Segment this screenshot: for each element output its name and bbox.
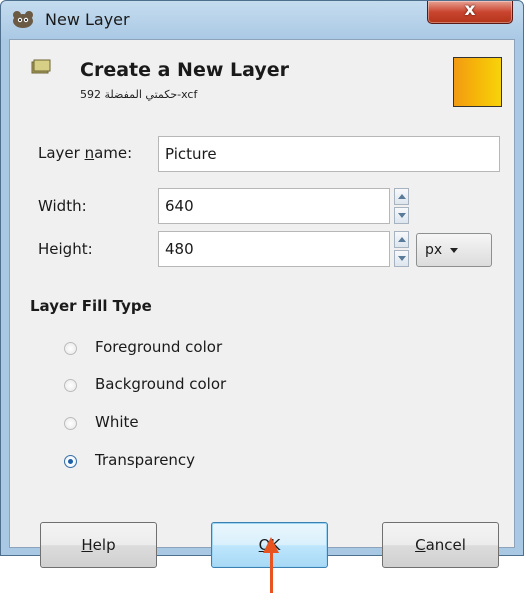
chevron-down-icon xyxy=(450,248,458,253)
width-input[interactable]: 640 xyxy=(158,188,390,224)
layer-name-label: Layer name: xyxy=(38,144,133,162)
color-preview-swatch xyxy=(453,57,502,107)
radio-label: Foreground color xyxy=(95,338,223,356)
layer-name-input[interactable]: Picture xyxy=(158,136,500,172)
radio-icon[interactable] xyxy=(64,379,77,392)
fill-type-heading: Layer Fill Type xyxy=(30,297,152,315)
width-label: Width: xyxy=(38,197,87,215)
radio-label: Background color xyxy=(95,375,227,393)
title-bar[interactable]: New Layer x xyxy=(1,0,523,39)
spin-down-icon[interactable] xyxy=(394,250,409,267)
dialog-content: Create a New Layer حكمتي المفضلة 592-xcf xyxy=(9,39,515,548)
dialog-window: New Layer x Create a New Layer حكمتي الم… xyxy=(0,0,524,556)
radio-icon[interactable] xyxy=(64,342,77,355)
dialog-heading: Create a New Layer xyxy=(80,59,289,81)
layer-icon xyxy=(31,59,51,74)
radio-label: White xyxy=(95,413,139,431)
cancel-button[interactable]: Cancel xyxy=(382,522,499,568)
gimp-app-icon xyxy=(13,11,33,28)
width-spinner[interactable] xyxy=(394,188,409,224)
radio-icon[interactable] xyxy=(64,417,77,430)
radio-label: Transparency xyxy=(95,451,196,469)
help-button[interactable]: Help xyxy=(40,522,157,568)
radio-selected-icon[interactable] xyxy=(64,455,77,468)
annotation-arrow-shaft xyxy=(270,551,273,593)
unit-dropdown[interactable]: px xyxy=(416,233,492,267)
spin-down-icon[interactable] xyxy=(394,207,409,224)
spin-up-icon[interactable] xyxy=(394,231,409,248)
window-title: New Layer xyxy=(45,10,130,29)
close-icon: x xyxy=(464,0,476,20)
image-subtitle: حكمتي المفضلة 592-xcf xyxy=(80,88,198,101)
height-spinner[interactable] xyxy=(394,231,409,267)
spin-up-icon[interactable] xyxy=(394,188,409,205)
unit-value: px xyxy=(425,242,443,258)
height-input[interactable]: 480 xyxy=(158,231,390,267)
close-button[interactable]: x xyxy=(427,0,513,24)
height-label: Height: xyxy=(38,240,93,258)
